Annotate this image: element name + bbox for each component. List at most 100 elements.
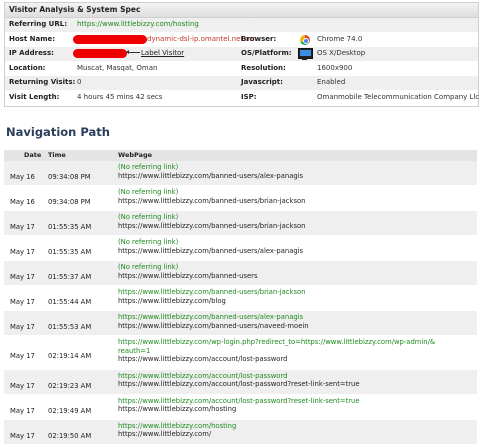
table-body: May 16 09:34:08 PM (No referring link) http…	[4, 161, 477, 445]
referring-url-link[interactable]: https://www.littlebizzy.com/hosting	[77, 18, 199, 32]
page-link[interactable]: https://www.littlebizzy.com/blog	[118, 297, 468, 306]
resolution-label: Resolution:	[241, 63, 286, 72]
browser-label: Browser:	[241, 34, 277, 43]
isp-label: ISP:	[241, 92, 257, 101]
row-time: 02:19:50 AM	[48, 431, 92, 440]
webpage-header: WebPage	[118, 151, 153, 159]
redaction-mark	[73, 34, 147, 44]
spec-title: Visitor Analysis & System Spec	[5, 3, 478, 18]
table-header: Date Time WebPage	[4, 150, 477, 161]
javascript-value: Enabled	[317, 78, 346, 87]
no-referring-link: (No referring link)	[118, 163, 179, 171]
returning-value: 0	[77, 78, 82, 87]
table-row: May 17 01:55:35 AM (No referring link) http…	[4, 236, 477, 261]
table-row: May 17 02:19:14 AM https://www.littlebizzy…	[4, 336, 477, 370]
returning-label: Returning Visits:	[9, 78, 76, 87]
browser-value: Chrome 74.0	[317, 34, 363, 43]
row-date: May 17	[10, 352, 35, 361]
page-link[interactable]: https://www.littlebizzy.com/hosting	[118, 422, 468, 431]
row-webpage: https://www.littlebizzy.com/account/lost…	[118, 397, 468, 414]
host-name-row: Host Name: dynamic-dsl-ip.omantel.net.om…	[5, 32, 478, 48]
row-date: May 17	[10, 273, 35, 281]
table-row: May 17 01:55:37 AM (No referring link) http…	[4, 261, 477, 286]
page-link[interactable]: https://www.littlebizzy.com/account/lost…	[118, 380, 468, 389]
page-link[interactable]: https://www.littlebizzy.com/banned-users…	[118, 313, 468, 322]
row-webpage: (No referring link) https://www.littlebiz…	[118, 263, 468, 280]
page-link[interactable]: https://www.littlebizzy.com/account/lost…	[118, 397, 468, 406]
row-time: 01:55:35 AM	[48, 223, 92, 231]
row-time: 02:19:49 AM	[48, 406, 92, 415]
visit-length-value: 4 hours 45 mins 42 secs	[77, 92, 163, 101]
visit-length-row: Visit Length: 4 hours 45 mins 42 secs IS…	[5, 90, 480, 106]
page-link[interactable]: https://www.littlebizzy.com/banned-users…	[118, 288, 468, 297]
row-date: May 17	[10, 323, 35, 331]
page-link[interactable]: https://www.littlebizzy.com/wp-login.php…	[118, 338, 468, 355]
redaction-mark	[73, 49, 127, 59]
ip-address-row: IP Address: Label Visitor OS/Platform: O…	[5, 47, 478, 62]
row-time: 09:34:08 PM	[48, 198, 91, 206]
ip-address-label: IP Address:	[9, 49, 54, 58]
time-header: Time	[48, 151, 66, 159]
chrome-icon	[300, 34, 310, 45]
resolution-value: 1600x900	[317, 63, 353, 72]
row-time: 02:19:23 AM	[48, 381, 92, 390]
row-webpage: https://www.littlebizzy.com/banned-users…	[118, 288, 468, 305]
no-referring-link: (No referring link)	[118, 188, 179, 196]
location-row: Location: Muscat, Masqat, Oman Resolutio…	[5, 61, 478, 77]
row-date: May 17	[10, 248, 35, 256]
row-time: 02:19:14 AM	[48, 352, 92, 361]
visit-length-label: Visit Length:	[9, 92, 60, 101]
location-label: Location:	[9, 63, 46, 72]
row-webpage: https://www.littlebizzy.com/wp-login.php…	[118, 338, 468, 364]
row-time: 01:55:35 AM	[48, 248, 92, 256]
row-time: 09:34:08 PM	[48, 173, 91, 181]
host-name-label: Host Name:	[9, 34, 56, 43]
label-visitor-link[interactable]: Label Visitor	[141, 47, 184, 61]
row-date: May 16	[10, 173, 35, 181]
os-label: OS/Platform:	[241, 49, 292, 58]
row-date: May 17	[10, 223, 35, 231]
row-webpage: (No referring link) https://www.littlebiz…	[118, 163, 468, 180]
navigation-path-title: Navigation Path	[6, 125, 110, 139]
page-link[interactable]: https://www.littlebizzy.com/banned-users…	[118, 172, 468, 181]
returning-row: Returning Visits: 0 Javascript: Enabled	[5, 76, 478, 91]
row-webpage: (No referring link) https://www.littlebiz…	[118, 238, 468, 255]
referring-url-row: Referring URL: https://www.littlebizzy.c…	[5, 18, 478, 33]
no-referring-link: (No referring link)	[118, 263, 179, 271]
monitor-stand	[302, 58, 307, 61]
row-date: May 17	[10, 406, 35, 415]
page-link[interactable]: https://www.littlebizzy.com/banned-users…	[118, 222, 468, 231]
row-webpage: https://www.littlebizzy.com/account/lost…	[118, 372, 468, 389]
page-link[interactable]: https://www.littlebizzy.com/banned-users…	[118, 197, 468, 206]
row-webpage: https://www.littlebizzy.com/banned-users…	[118, 313, 468, 330]
table-row: May 16 09:34:08 PM (No referring link) http…	[4, 161, 477, 186]
table-row: May 17 02:19:23 AM https://www.littlebizzy…	[4, 369, 477, 395]
row-webpage: https://www.littlebizzy.com/hosting https…	[118, 422, 468, 439]
os-value: OS X/Desktop	[317, 49, 366, 58]
row-time: 01:55:37 AM	[48, 273, 92, 281]
row-date: May 17	[10, 298, 35, 306]
row-webpage: (No referring link) https://www.littlebiz…	[118, 188, 468, 205]
no-referring-link: (No referring link)	[118, 213, 179, 221]
page-link[interactable]: https://www.littlebizzy.com/banned-users	[118, 272, 468, 281]
table-row: May 16 09:34:08 PM (No referring link) http…	[4, 186, 477, 211]
no-referring-link: (No referring link)	[118, 238, 179, 246]
navigation-path-table: Date Time WebPage May 16 09:34:08 PM (No r…	[4, 150, 477, 445]
page-link[interactable]: https://www.littlebizzy.com/account/lost…	[118, 372, 468, 381]
page-link[interactable]: https://www.littlebizzy.com/banned-users…	[118, 247, 468, 256]
row-time: 01:55:44 AM	[48, 298, 92, 306]
date-header: Date	[24, 151, 42, 159]
isp-value: Omanmobile Telecommunication Company Llc	[317, 92, 480, 101]
page-link[interactable]: https://www.littlebizzy.com/banned-users…	[118, 322, 468, 331]
page-link[interactable]: https://www.littlebizzy.com/account/lost…	[118, 355, 468, 364]
javascript-label: Javascript:	[241, 78, 283, 87]
table-row: May 17 01:55:53 AM https://www.littlebizzy…	[4, 311, 477, 336]
table-row: May 17 01:55:35 AM (No referring link) http…	[4, 211, 477, 236]
table-row: May 17 01:55:44 AM https://www.littlebizzy…	[4, 286, 477, 311]
page-link[interactable]: https://www.littlebizzy.com/hosting	[118, 405, 468, 414]
row-date: May 17	[10, 381, 35, 390]
referring-url-label: Referring URL:	[9, 20, 67, 28]
location-value: Muscat, Masqat, Oman	[77, 63, 158, 72]
page-link[interactable]: https://www.littlebizzy.com/	[118, 430, 468, 439]
table-row: May 17 02:19:49 AM https://www.littlebizzy…	[4, 394, 477, 420]
